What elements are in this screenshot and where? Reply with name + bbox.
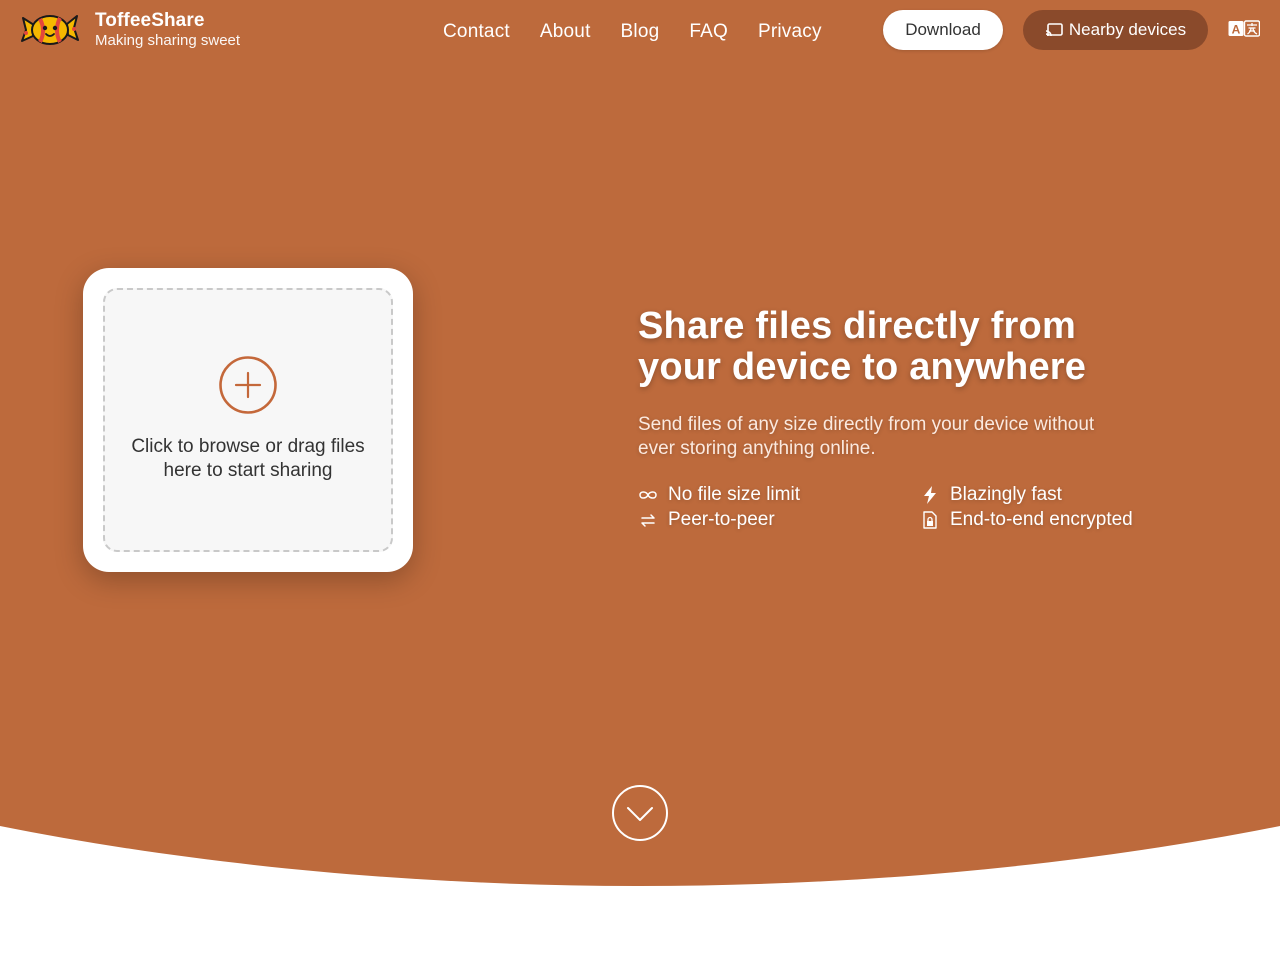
hero-section: ToffeeShare Making sharing sweet Contact… (0, 0, 1280, 960)
feature-label: Blazingly fast (950, 484, 1062, 505)
download-button[interactable]: Download (883, 10, 1003, 50)
feature-label: End-to-end encrypted (950, 509, 1133, 530)
nav-blog[interactable]: Blog (621, 19, 660, 45)
subtext-line1: Send files of any size directly from you… (638, 414, 1095, 435)
nav-contact[interactable]: Contact (443, 19, 510, 45)
translate-icon[interactable]: A (1228, 20, 1260, 38)
feature-label: No file size limit (668, 484, 800, 505)
hero-subtext: Send files of any size directly from you… (638, 413, 1138, 461)
upload-card: Click to browse or drag files here to st… (83, 268, 413, 572)
brand-text: ToffeeShare Making sharing sweet (95, 10, 240, 50)
feature-label: Peer-to-peer (668, 509, 775, 530)
main-nav: Contact About Blog FAQ Privacy (443, 19, 852, 45)
brand-home-link[interactable]: ToffeeShare Making sharing sweet (20, 8, 240, 52)
subtext-line2: ever storing anything online. (638, 438, 876, 459)
nav-privacy[interactable]: Privacy (758, 19, 822, 45)
brand-name: ToffeeShare (95, 10, 205, 31)
cast-icon (1045, 23, 1063, 37)
drop-zone-prompt: Click to browse or drag files here to st… (105, 435, 391, 483)
brand-tagline: Making sharing sweet (95, 32, 241, 49)
nearby-devices-label: Nearby devices (1068, 20, 1187, 39)
feature-encrypted: End-to-end encrypted (920, 508, 1133, 532)
lock-file-icon (920, 510, 940, 530)
drop-prompt-line1: Click to browse or drag files (131, 436, 365, 457)
lightning-icon (920, 485, 940, 505)
feature-no-size-limit: No file size limit (638, 483, 800, 507)
chevron-down-circle-icon[interactable] (611, 784, 669, 842)
drop-prompt-line2: here to start sharing (163, 460, 333, 481)
plus-circle-icon (219, 356, 277, 414)
hero-headline: Share files directly from your device to… (638, 306, 1198, 388)
feature-peer-to-peer: Peer-to-peer (638, 508, 775, 532)
swap-arrows-icon (638, 510, 658, 530)
svg-text:A: A (1232, 23, 1241, 37)
infinity-icon (638, 485, 658, 505)
headline-line2: your device to anywhere (638, 346, 1087, 388)
file-drop-zone[interactable]: Click to browse or drag files here to st… (103, 288, 393, 552)
feature-blazingly-fast: Blazingly fast (920, 483, 1062, 507)
headline-line1: Share files directly from (638, 305, 1076, 347)
nav-faq[interactable]: FAQ (689, 19, 728, 45)
candy-logo-icon (21, 15, 79, 45)
nav-about[interactable]: About (540, 19, 591, 45)
nearby-devices-button[interactable]: Nearby devices (1023, 10, 1208, 50)
